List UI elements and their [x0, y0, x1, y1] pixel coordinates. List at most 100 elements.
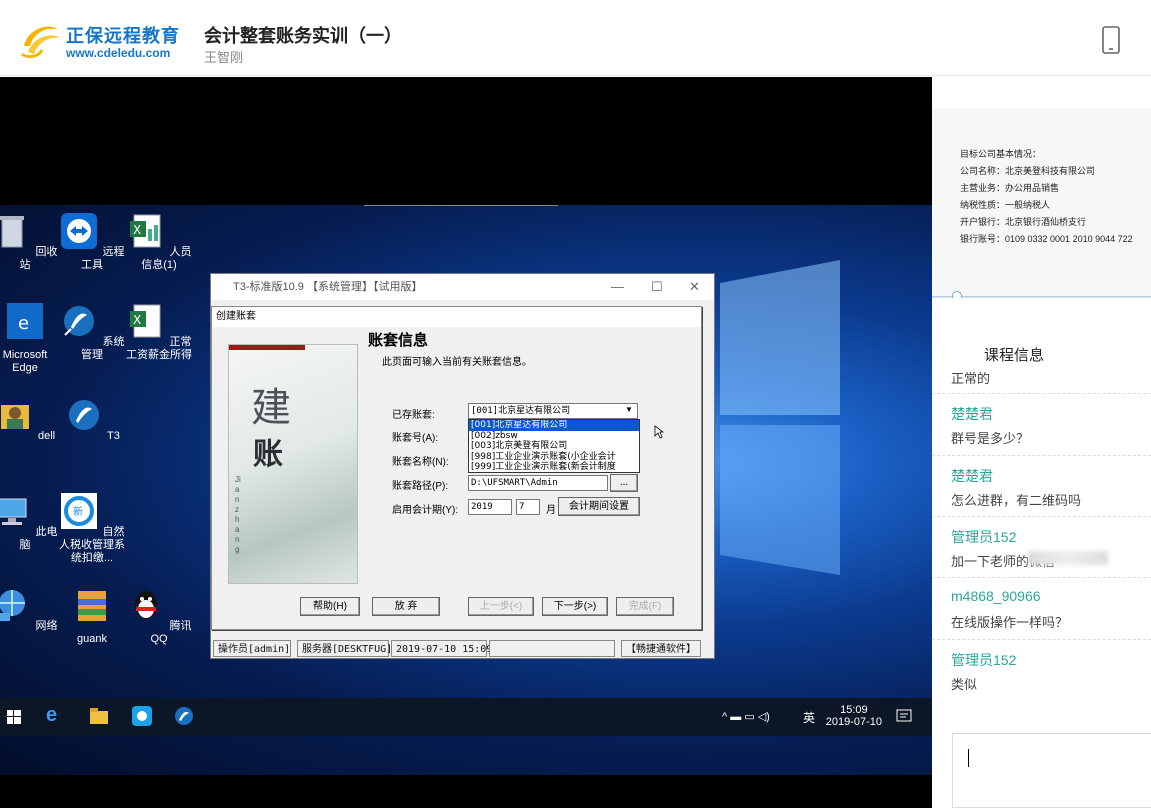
period-setup-button[interactable]: 会计期间设置	[558, 497, 640, 516]
account-path-input[interactable]: D:\UFSMART\Admin	[468, 475, 608, 491]
message-text: 怎么进群，有二维码吗	[951, 493, 1082, 508]
chat-message: 正常的	[932, 368, 1151, 394]
abandon-button[interactable]: 放 弃	[372, 597, 440, 616]
desktop-icon-t3[interactable]: T3	[57, 395, 127, 443]
excel-icon: X	[130, 304, 161, 338]
desktop-icon-salary[interactable]: X 正常工资薪金所得	[124, 301, 194, 362]
right-panel-spacer	[932, 77, 1151, 108]
dialog-heading: 账套信息	[368, 332, 429, 349]
tab-course-info[interactable]: 课程信息	[984, 344, 1044, 365]
page-header: 正保远程教育 www.cdeledu.com 会计整套账务实训（一） 王智刚	[0, 0, 1151, 76]
svg-text:X: X	[133, 223, 141, 237]
start-icon[interactable]	[7, 710, 21, 724]
desktop-icon-qq[interactable]: 腾讯QQ	[124, 585, 194, 646]
notification-icon[interactable]	[896, 708, 912, 724]
help-button[interactable]: 帮助(H)	[300, 597, 360, 616]
slide-line: 纳税性质：一般纳税人	[960, 200, 1051, 210]
screen-edge-line	[364, 205, 558, 206]
desktop-icon-system-manage[interactable]: 系统管理	[57, 301, 127, 362]
slide-line: 公司名称：北京美登科技有限公司	[960, 166, 1096, 176]
month-unit: 月	[546, 505, 556, 516]
tray-icons[interactable]: ^ ▬ ▭ ◁)	[722, 710, 770, 723]
desktop-icon-guank[interactable]: guank	[57, 585, 127, 646]
status-vendor: 【畅捷通软件】	[621, 640, 701, 657]
windows-taskbar: e ^ ▬ ▭ ◁) 英 15:09 2019-07-10	[0, 698, 932, 736]
network-icon	[0, 590, 26, 621]
logo-url[interactable]: www.cdeledu.com	[66, 46, 170, 60]
message-user[interactable]: 管理员152	[951, 527, 1016, 547]
dropdown-option[interactable]: [999]工业企业演示账套(新会计制度	[469, 462, 639, 472]
video-player[interactable]: 回收站 远程工具 X 人员信息(1) e Microsoft Edge 系统管理…	[0, 77, 932, 808]
close-icon[interactable]: ✕	[689, 274, 700, 300]
desktop-icon-remote-tool[interactable]: 远程工具	[57, 211, 127, 272]
minimize-icon[interactable]: —	[611, 274, 624, 300]
prev-button[interactable]: 上一步(<)	[468, 597, 534, 616]
desktop-icon-label: T3	[107, 430, 120, 442]
dropdown-option[interactable]: [002]zbsw	[469, 431, 639, 442]
taskbar-clock[interactable]: 15:09 2019-07-10	[826, 704, 882, 728]
desktop-icon-recycle-bin[interactable]: 回收站	[0, 211, 60, 272]
status-spacer	[489, 640, 615, 657]
clock-time: 15:09	[840, 704, 868, 716]
slide-preview[interactable]: 目标公司基本情况： 公司名称：北京美登科技有限公司 主营业务：办公用品销售 纳税…	[932, 108, 1151, 301]
dropdown-option[interactable]: [998]工业企业演示账套(小企业会计	[469, 452, 639, 463]
svg-text:新: 新	[73, 505, 83, 518]
t3-statusbar: 操作员[admin] 服务器[DESKTFUG] 2019-07-10 15:0…	[213, 640, 713, 658]
start-year-input[interactable]: 2019	[468, 499, 512, 515]
user-folder-icon	[0, 405, 29, 429]
mobile-phone-icon[interactable]	[1101, 26, 1121, 54]
svg-text:X: X	[133, 313, 141, 327]
dropdown-option[interactable]: [001]北京星达有限公司	[469, 420, 639, 431]
slide-line: 银行账号：0109 0332 0001 2010 9044 722	[960, 234, 1133, 244]
desktop-icon-dell[interactable]: dell	[0, 395, 60, 443]
dialog-subtitle: 此页面可输入当前有关账套信息。	[382, 357, 532, 368]
message-user[interactable]: 管理员152	[951, 650, 1016, 670]
message-user[interactable]: m4868_90966	[951, 588, 1041, 604]
chat-messages[interactable]: 正常的 楚楚君 群号是多少？ 楚楚君 怎么进群，有二维码吗 管理员152 加一下…	[932, 368, 1151, 714]
edge-taskbar-icon[interactable]: e	[46, 704, 57, 727]
existing-account-select[interactable]: [001]北京星达有限公司	[468, 403, 638, 419]
chat-input[interactable]	[952, 733, 1151, 808]
next-button[interactable]: 下一步(>)	[542, 597, 608, 616]
desktop-icon-label: 网络	[35, 620, 58, 632]
t3-titlebar[interactable]: T3-标准版10.9 【系统管理】【试用版】 — ☐ ✕	[211, 274, 714, 300]
desktop-icon-tax-system[interactable]: 新 自然人税收管理系统扣缴...	[57, 491, 127, 565]
slide-content: 目标公司基本情况： 公司名称：北京美登科技有限公司 主营业务：办公用品销售 纳税…	[960, 146, 1133, 248]
teamviewer-icon	[61, 213, 98, 249]
desktop-icon-label: guank	[77, 633, 107, 645]
dropdown-option[interactable]: [003]北京美登有限公司	[469, 441, 639, 452]
chevron-down-icon[interactable]: ▼	[625, 405, 633, 414]
desktop-icon-edge[interactable]: e Microsoft Edge	[0, 301, 60, 375]
desktop-icon-network[interactable]: 网络	[0, 585, 60, 633]
t3-taskbar-icon[interactable]	[174, 706, 194, 726]
message-text: 类似	[951, 677, 978, 692]
illustration-pinyin: Jianzhang	[235, 475, 241, 554]
edge-icon: e	[7, 303, 43, 339]
tencent-meeting-icon[interactable]	[132, 706, 152, 726]
existing-account-dropdown[interactable]: [001]北京星达有限公司 [002]zbsw [003]北京美登有限公司 [9…	[468, 419, 640, 473]
status-operator: 操作员[admin]	[213, 640, 291, 657]
desktop-icon-this-pc[interactable]: 此电脑	[0, 491, 60, 552]
maximize-icon[interactable]: ☐	[651, 274, 663, 300]
existing-account-value: [001]北京星达有限公司	[471, 406, 571, 416]
chat-message: 管理员152 加一下老师的微信	[932, 517, 1151, 578]
ime-indicator[interactable]: 英	[803, 709, 815, 726]
message-user[interactable]: 楚楚君	[951, 466, 993, 486]
account-path-label: 账套路径(P):	[392, 481, 449, 492]
blurred-content	[1028, 551, 1108, 565]
file-explorer-icon[interactable]	[90, 708, 108, 724]
slide-progress-track[interactable]	[932, 296, 1151, 297]
start-month-input[interactable]: 7	[516, 499, 540, 515]
desktop-icon-personnel-info[interactable]: X 人员信息(1)	[124, 211, 194, 272]
computer-icon	[0, 498, 27, 525]
finish-button[interactable]: 完成(F)	[616, 597, 674, 616]
slide-line: 目标公司基本情况：	[960, 149, 1042, 159]
message-text: 群号是多少？	[951, 431, 1030, 446]
slide-line: 主营业务：办公用品销售	[960, 183, 1060, 193]
message-user[interactable]: 楚楚君	[951, 404, 993, 424]
existing-account-label: 已存账套:	[392, 410, 435, 421]
desktop-icon-label: 自然人税收管理系统扣缴...	[59, 526, 125, 564]
course-title: 会计整套账务实训（一）	[204, 26, 402, 46]
create-account-dialog[interactable]: 创建账套 建 账 Jianzhang 账套信息 此页面可输入当前有关账套信息。 …	[211, 306, 702, 630]
browse-button[interactable]: ...	[610, 474, 638, 492]
